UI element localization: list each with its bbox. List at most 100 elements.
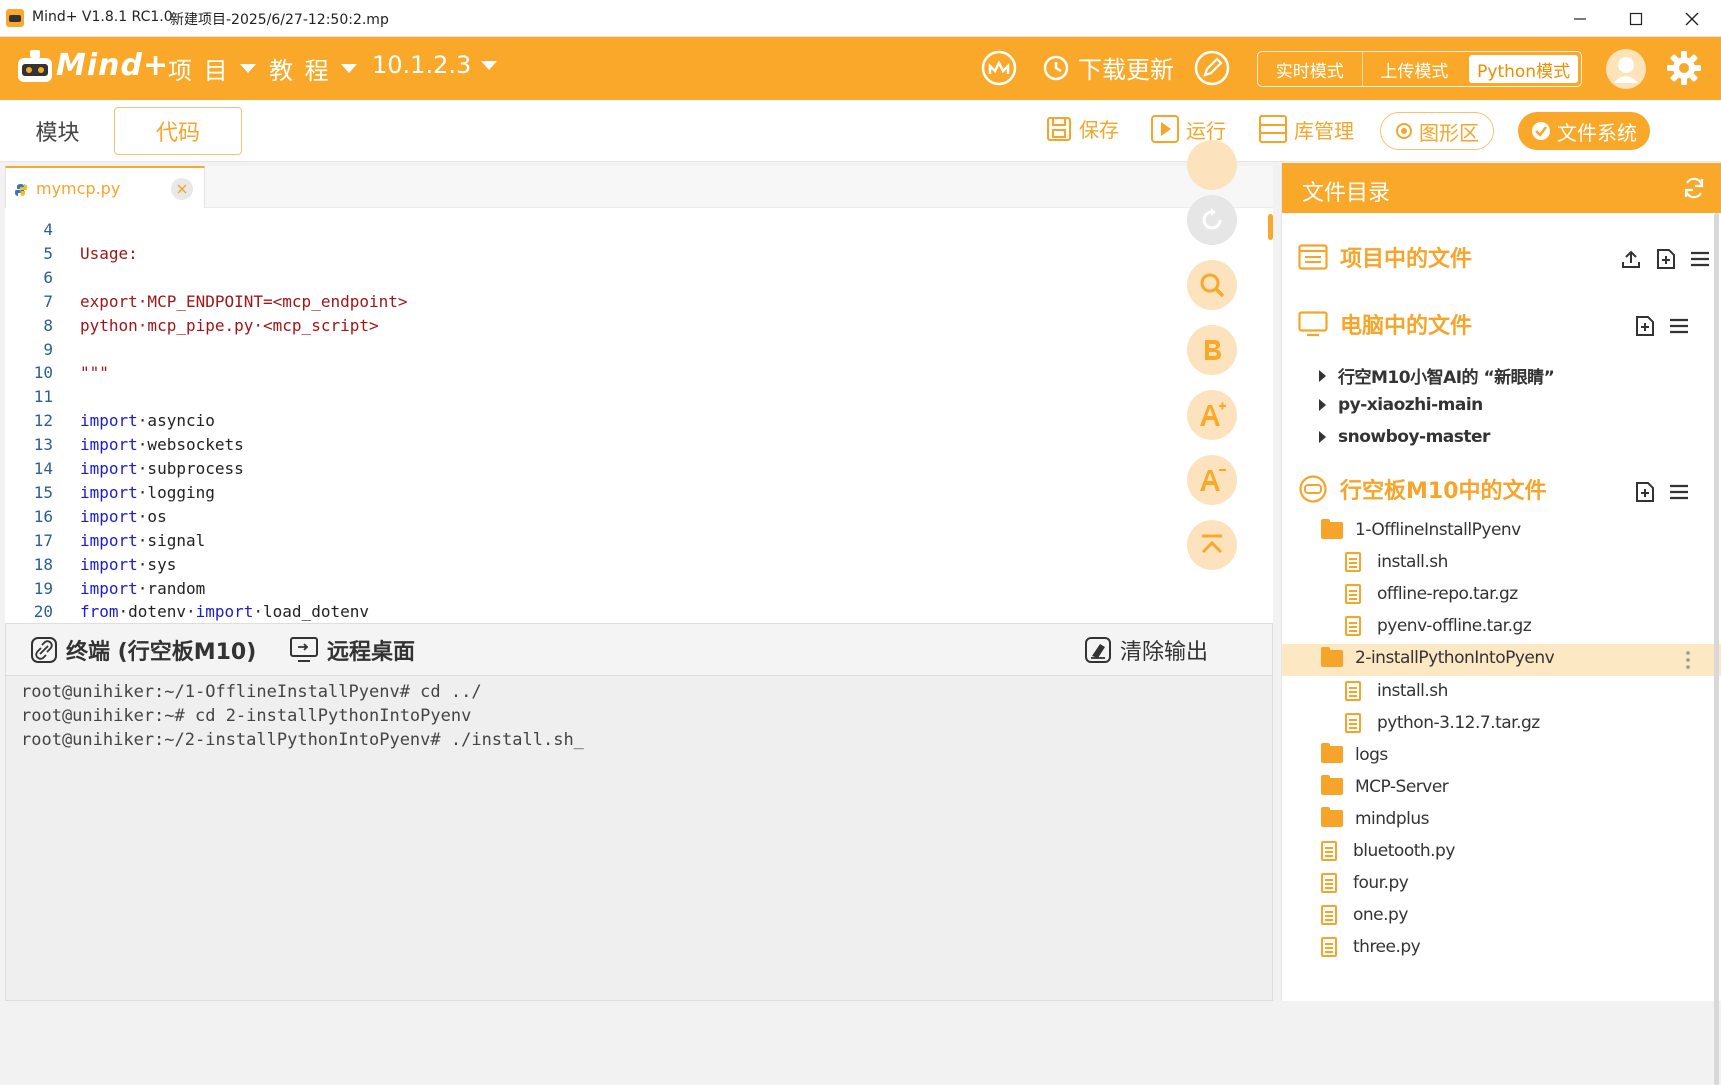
clear-output-button[interactable]: 清除输出 (1084, 634, 1208, 666)
mode-switcher: 实时模式 上传模式 Python模式 (1257, 51, 1582, 87)
new-file-icon[interactable] (1656, 248, 1676, 270)
fab-top-partial[interactable] (1187, 140, 1237, 190)
terminal-output[interactable]: root@unihiker:~/1-OfflineInstallPyenv# c… (6, 676, 1272, 1000)
code-token: python·mcp_pipe.py·<mcp_script> (80, 315, 379, 335)
tree-item-file[interactable]: install.sh (1345, 680, 1448, 701)
tree-item-file[interactable]: install.sh (1345, 552, 1448, 573)
tree-item-computer-folder[interactable]: py-xiaozhi-main (1319, 395, 1483, 415)
tree-item-folder[interactable]: mindplus (1321, 807, 1430, 829)
menu-tutorial[interactable]: 教 程 (269, 51, 357, 86)
menu-icon[interactable] (1669, 317, 1689, 335)
file-panel-scrollbar[interactable] (1714, 213, 1719, 1085)
tree-item-folder[interactable]: 2-installPythonIntoPyenv (1321, 646, 1555, 668)
tab-blocks[interactable]: 模块 (10, 107, 105, 155)
tab-remote-desktop[interactable]: 远程桌面 (289, 634, 415, 666)
upload-icon[interactable] (1620, 248, 1642, 270)
file-icon (1321, 905, 1337, 926)
tab-terminal[interactable]: 终端 (行空板M10) (30, 634, 256, 666)
tree-item-file[interactable]: three.py (1321, 937, 1421, 958)
code-token: ·subprocess (137, 459, 244, 478)
code-text: import·random (80, 577, 205, 601)
clear-output-label: 清除输出 (1120, 640, 1209, 665)
editor-scrollbar-thumb[interactable] (1268, 214, 1273, 240)
minimize-button[interactable] (1552, 0, 1608, 37)
code-editor[interactable]: mymcp.py 4 5 Usage: 6 7 export·MCP_ENDPOINT=<… (5, 140, 1273, 623)
search-button[interactable] (1187, 260, 1237, 310)
dashboard-button[interactable] (980, 49, 1018, 87)
folder-icon (1321, 743, 1343, 764)
code-token: ·asyncio (137, 411, 215, 431)
chevron-down-icon (239, 64, 256, 73)
tree-item-computer-folder[interactable]: 行空M10小智AI的 “新眼睛” (1319, 363, 1555, 388)
code-text: import·websockets (80, 433, 244, 457)
file-directory-header: 文件目录 (1282, 163, 1721, 213)
code-line: 5 Usage: (5, 242, 1155, 266)
tab-terminal-label: 终端 (行空板M10) (66, 640, 257, 665)
code-text: import·logging (80, 481, 215, 505)
settings-button[interactable] (1665, 49, 1703, 87)
main-toolbar: Mind+ 项 目 教 程 10.1.2.3 下载更新 实时模式 上传模式 Py… (0, 37, 1721, 100)
file-tab-mymcp[interactable]: mymcp.py (5, 166, 205, 208)
tab-code[interactable]: 代码 (114, 107, 242, 155)
eraser-icon (1085, 637, 1111, 663)
new-file-icon[interactable] (1635, 481, 1655, 503)
tree-item-folder[interactable]: logs (1321, 743, 1388, 765)
line-number: 16 (33, 506, 53, 526)
format-code-button[interactable] (1187, 325, 1237, 375)
mode-python[interactable]: Python模式 (1469, 55, 1578, 83)
tree-item-file[interactable]: one.py (1321, 905, 1408, 926)
library-icon (1259, 115, 1287, 143)
tree-item-label: install.sh (1377, 552, 1448, 573)
font-increase-button[interactable] (1187, 390, 1237, 440)
avatar[interactable] (1606, 49, 1646, 89)
mode-upload[interactable]: 上传模式 (1361, 52, 1467, 86)
font-decrease-button[interactable] (1187, 455, 1237, 505)
tree-item-file[interactable]: bluetooth.py (1321, 841, 1455, 861)
tree-item-computer-folder[interactable]: snowboy-master (1319, 427, 1490, 447)
tree-item-file[interactable]: pyenv-offline.tar.gz (1345, 616, 1532, 637)
refresh-button[interactable] (1187, 195, 1237, 245)
refresh-files-button[interactable] (1682, 176, 1708, 202)
code-text: """ (80, 361, 109, 385)
menu-project[interactable]: 项 目 (168, 51, 256, 86)
line-number: 5 (43, 243, 53, 263)
edit-button[interactable] (1193, 49, 1231, 87)
run-label: 运行 (1186, 118, 1226, 143)
python-file-icon (15, 184, 27, 196)
new-file-icon[interactable] (1635, 315, 1655, 337)
tree-item-label: four.py (1353, 873, 1409, 894)
code-token: ·dotenv· (118, 602, 196, 622)
caret-right-icon (1319, 399, 1326, 411)
menu-icon[interactable] (1669, 483, 1689, 501)
menu-icon[interactable] (1690, 250, 1710, 268)
download-update-button[interactable]: 下载更新 (1042, 50, 1174, 85)
chevron-down-icon (481, 60, 498, 70)
filesystem-button[interactable]: 文件系统 (1518, 112, 1650, 150)
tree-item-file[interactable]: offline-repo.tar.gz (1345, 584, 1518, 605)
tree-item-folder[interactable]: 1-OfflineInstallPyenv (1321, 518, 1521, 540)
section-board-files[interactable]: 行空板M10中的文件 (1298, 473, 1547, 505)
scroll-top-button[interactable] (1187, 520, 1237, 570)
tree-item-file[interactable]: four.py (1321, 873, 1409, 894)
tree-item-folder[interactable]: MCP-Server (1321, 775, 1449, 797)
mode-realtime[interactable]: 实时模式 (1258, 52, 1362, 86)
device-ip-selector[interactable]: 10.1.2.3 (372, 51, 498, 79)
project-file-actions (1620, 248, 1710, 270)
section-computer-files[interactable]: 电脑中的文件 (1298, 308, 1472, 340)
code-keyword: import (80, 435, 138, 455)
list-icon (1298, 244, 1328, 270)
close-tab-button[interactable] (171, 178, 193, 200)
save-button[interactable]: 保存 (1045, 114, 1119, 143)
library-button[interactable]: 库管理 (1258, 114, 1354, 144)
maximize-button[interactable] (1608, 0, 1664, 37)
tree-item-file[interactable]: python-3.12.7.tar.gz (1345, 712, 1540, 733)
close-icon (177, 184, 187, 194)
more-options-icon[interactable] (1685, 650, 1691, 670)
folder-icon (1321, 775, 1343, 796)
section-project-files[interactable]: 项目中的文件 (1298, 241, 1472, 273)
close-window-button[interactable] (1664, 0, 1720, 37)
code-keyword: import (80, 578, 138, 598)
graphics-area-button[interactable]: 图形区 (1380, 112, 1494, 150)
app-logo-icon (6, 9, 24, 27)
code-line: 11 (5, 385, 1155, 409)
